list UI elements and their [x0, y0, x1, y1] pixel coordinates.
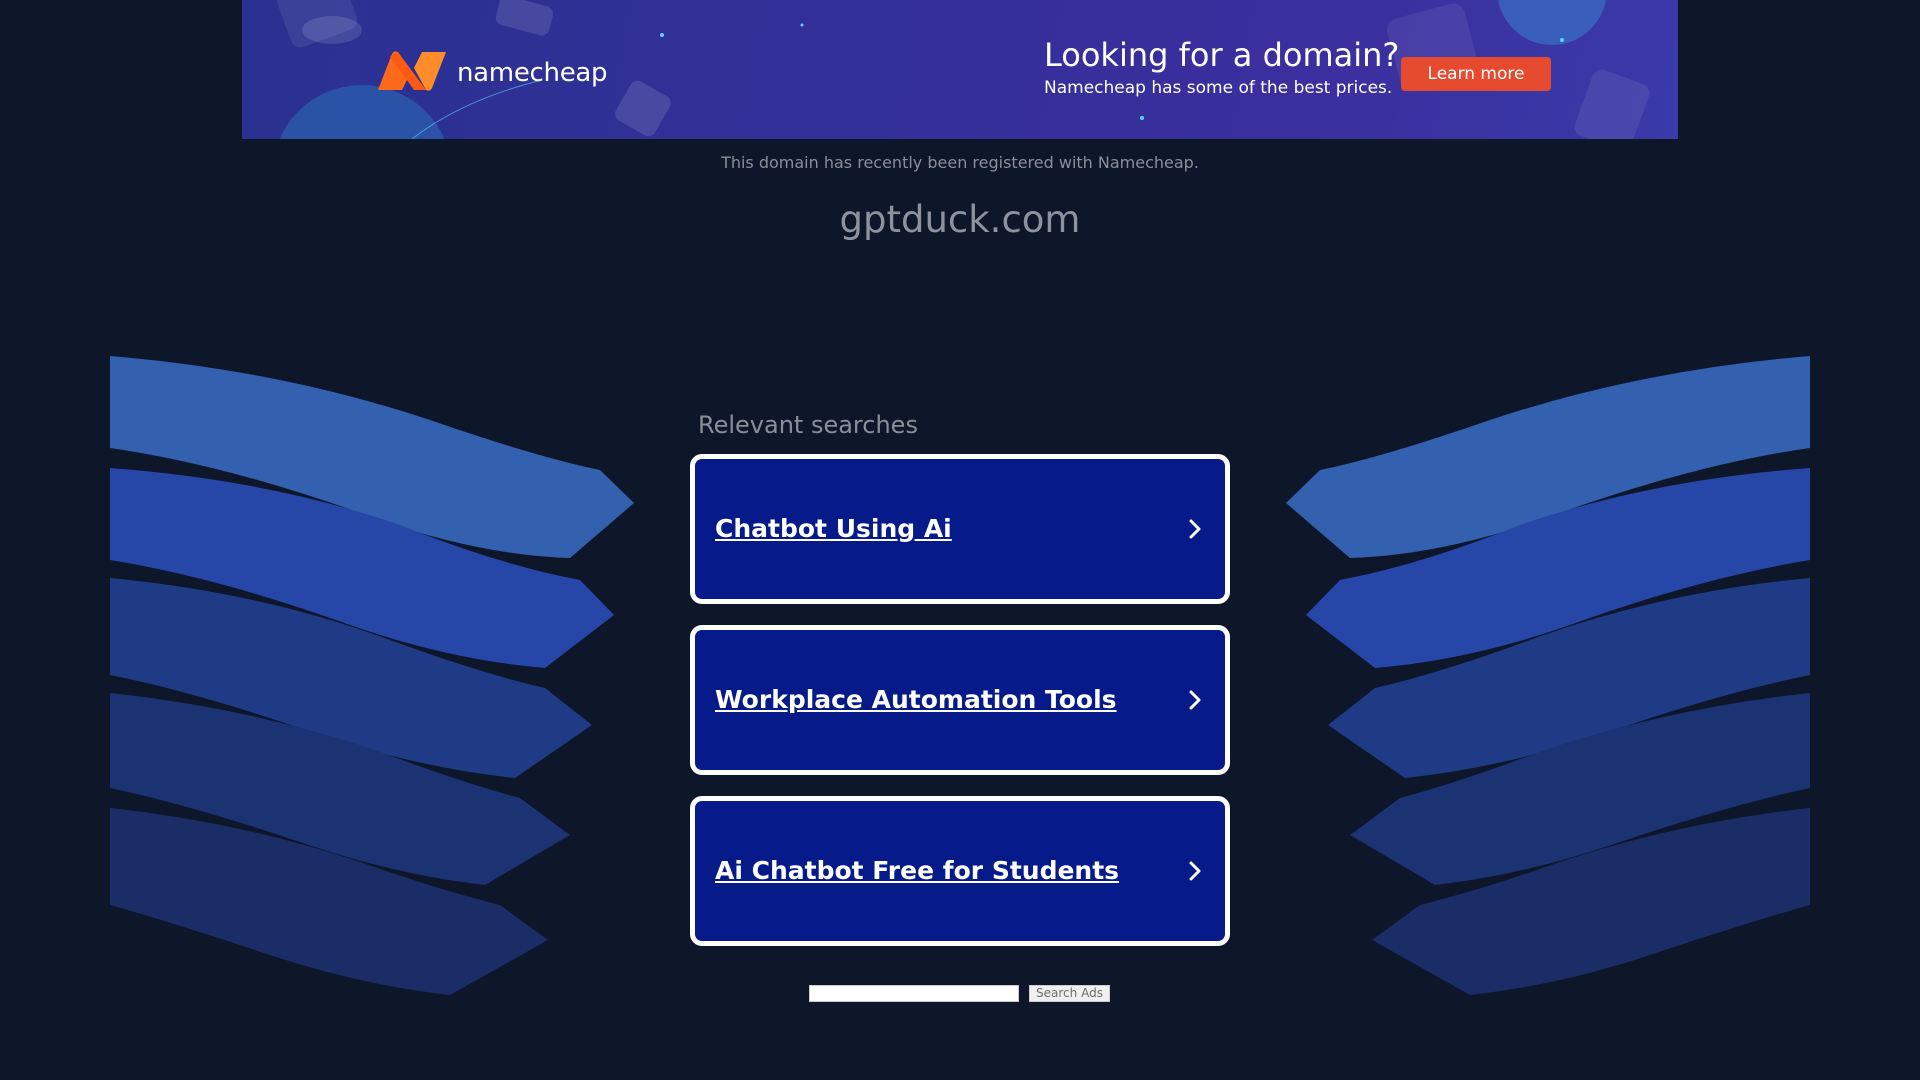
learn-more-button[interactable]: Learn more [1401, 57, 1551, 91]
chevron-right-icon [1189, 690, 1201, 710]
search-result-link[interactable]: Chatbot Using Ai [690, 454, 1230, 604]
search-result-label[interactable]: Ai Chatbot Free for Students [715, 801, 1119, 941]
search-result-label[interactable]: Chatbot Using Ai [715, 459, 952, 599]
search-result-link[interactable]: Workplace Automation Tools [690, 625, 1230, 775]
relevant-searches-title: Relevant searches [698, 411, 918, 439]
namecheap-ad-banner[interactable]: namecheap Looking for a domain? Namechea… [242, 0, 1678, 139]
search-ads-button[interactable]: Search Ads [1029, 985, 1110, 1002]
namecheap-brand-name: namecheap [457, 58, 608, 88]
domain-title: gptduck.com [839, 198, 1081, 241]
search-ads-input[interactable] [809, 985, 1019, 1002]
chevron-right-icon [1189, 519, 1201, 539]
namecheap-logo-icon [378, 51, 446, 91]
banner-subtext: Namecheap has some of the best prices. [1044, 78, 1393, 98]
search-result-link[interactable]: Ai Chatbot Free for Students [690, 796, 1230, 946]
banner-headline: Looking for a domain? [1044, 36, 1400, 74]
parked-domain-page: namecheap Looking for a domain? Namechea… [0, 0, 1920, 1080]
search-result-label[interactable]: Workplace Automation Tools [715, 630, 1117, 770]
registration-note: This domain has recently been registered… [721, 153, 1199, 172]
chevron-right-icon [1189, 861, 1201, 881]
